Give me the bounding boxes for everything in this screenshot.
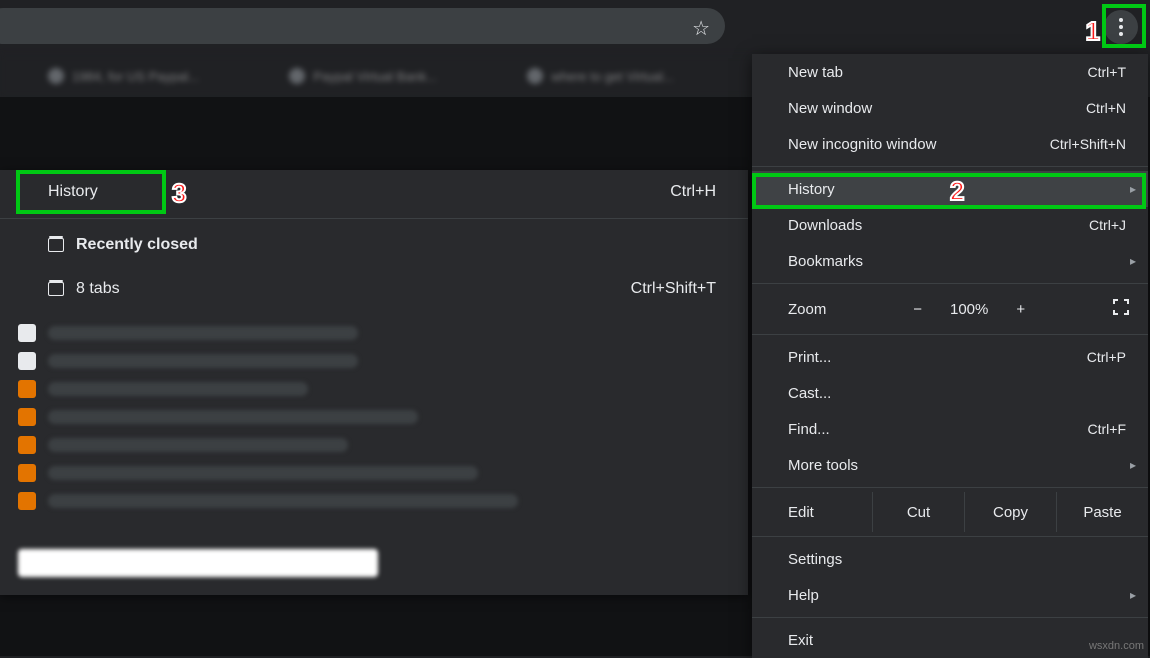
menu-item-print[interactable]: Print...Ctrl+P	[752, 339, 1148, 375]
zoom-row: Zoom − 100% +	[752, 288, 1148, 330]
separator	[752, 487, 1148, 488]
edit-label: Edit	[752, 504, 872, 521]
menu-item-history[interactable]: History Ctrl+H	[0, 170, 748, 214]
menu-item-new-window[interactable]: New windowCtrl+N	[752, 90, 1148, 126]
menu-item-settings[interactable]: Settings	[752, 541, 1148, 577]
bookmark-item[interactable]: where to get Virtual...	[527, 68, 674, 84]
cut-button[interactable]: Cut	[872, 492, 964, 532]
menu-item-new-tab[interactable]: New tabCtrl+T	[752, 54, 1148, 90]
omnibox[interactable]	[0, 8, 725, 44]
menu-item-incognito[interactable]: New incognito windowCtrl+Shift+N	[752, 126, 1148, 162]
zoom-out-button[interactable]: −	[913, 301, 922, 318]
zoom-value: 100%	[950, 301, 988, 318]
shortcut-text: Ctrl+Shift+T	[631, 280, 716, 298]
recently-closed-header: Recently closed	[0, 223, 748, 267]
favicon-icon	[48, 68, 64, 84]
browser-toolbar: ☆	[0, 0, 1150, 55]
star-icon[interactable]: ☆	[692, 16, 710, 41]
watermark: wsxdn.com	[1089, 640, 1144, 652]
chrome-main-menu: New tabCtrl+T New windowCtrl+N New incog…	[752, 54, 1148, 658]
bookmark-item[interactable]: Paypal Virtual Bank...	[289, 68, 437, 84]
shortcut-text: Ctrl+H	[670, 183, 716, 201]
menu-label: History	[48, 183, 98, 201]
menu-item-find[interactable]: Find...Ctrl+F	[752, 411, 1148, 447]
window-icon	[48, 238, 64, 252]
zoom-in-button[interactable]: +	[1016, 301, 1025, 318]
blurred-content	[18, 549, 378, 577]
separator	[752, 617, 1148, 618]
separator	[0, 218, 748, 219]
separator	[752, 334, 1148, 335]
menu-item-bookmarks[interactable]: Bookmarks	[752, 243, 1148, 279]
vertical-dots-icon	[1119, 18, 1123, 36]
separator	[752, 283, 1148, 284]
annotation-badge-2: 2	[950, 176, 964, 207]
window-icon	[48, 282, 64, 296]
favicon-icon	[527, 68, 543, 84]
copy-button[interactable]: Copy	[964, 492, 1056, 532]
paste-button[interactable]: Paste	[1056, 492, 1148, 532]
zoom-label: Zoom	[788, 301, 826, 318]
edit-row: Edit Cut Copy Paste	[752, 492, 1148, 532]
history-entries-blurred	[0, 311, 748, 535]
favicon-icon	[289, 68, 305, 84]
chrome-menu-button[interactable]	[1104, 10, 1138, 44]
menu-item-reopen-tabs[interactable]: 8 tabs Ctrl+Shift+T	[0, 267, 748, 311]
menu-item-downloads[interactable]: DownloadsCtrl+J	[752, 207, 1148, 243]
fullscreen-icon[interactable]	[1112, 298, 1130, 320]
menu-item-help[interactable]: Help	[752, 577, 1148, 613]
bookmark-item[interactable]: 1984, for US Paypal...	[48, 68, 199, 84]
annotation-badge-3: 3	[172, 178, 186, 209]
menu-item-cast[interactable]: Cast...	[752, 375, 1148, 411]
separator	[752, 166, 1148, 167]
separator	[752, 536, 1148, 537]
menu-item-more-tools[interactable]: More tools	[752, 447, 1148, 483]
history-submenu: History Ctrl+H Recently closed 8 tabs Ct…	[0, 170, 748, 595]
annotation-badge-1: 1	[1086, 16, 1100, 47]
